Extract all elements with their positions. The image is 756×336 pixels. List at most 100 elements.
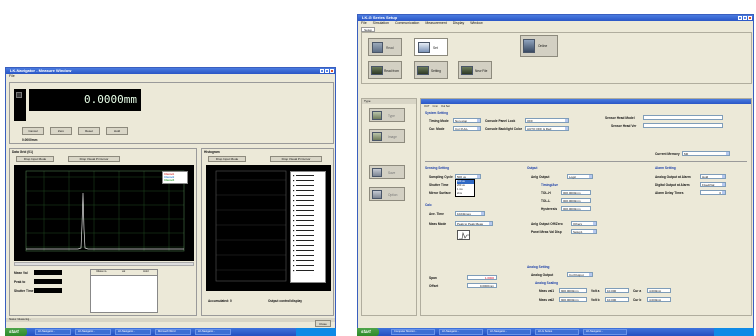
cur-mode-select[interactable]: Cur FULL bbox=[453, 126, 481, 131]
menu-display[interactable]: Display bbox=[453, 21, 464, 26]
hist-drop-input-button[interactable]: Drop Input Mode bbox=[208, 156, 246, 162]
chevron-down-icon[interactable] bbox=[589, 273, 592, 276]
peak-display bbox=[34, 279, 62, 284]
span-field[interactable]: 1.0000 bbox=[467, 275, 497, 280]
setup-window-titlebar[interactable]: LK-G Series Setup bbox=[358, 15, 753, 21]
menu-file[interactable]: File bbox=[361, 21, 367, 26]
taskbar-task[interactable]: LK-Navigator... bbox=[75, 329, 111, 335]
minimize-icon[interactable] bbox=[320, 69, 324, 73]
volt-b-field[interactable]: 10.000 bbox=[605, 297, 629, 302]
timing-mode-select[interactable]: Non-stop bbox=[453, 118, 481, 123]
tol-h-field[interactable]: 000.0000mm bbox=[561, 190, 591, 195]
start-button[interactable]: start bbox=[357, 328, 379, 336]
drop-cursor-button[interactable]: Drop Visual Pi Cursor bbox=[68, 156, 120, 162]
panel-lock-select[interactable]: OFF bbox=[525, 118, 569, 123]
start-button[interactable]: start bbox=[5, 328, 27, 336]
hold-button[interactable]: Hold bbox=[106, 127, 128, 135]
alarm-delay-select[interactable]: 0 bbox=[700, 190, 726, 195]
analog-offset-select[interactable]: Others bbox=[571, 221, 597, 226]
drop-input-button[interactable]: Drop Input Mode bbox=[16, 156, 54, 162]
set-button[interactable]: Set bbox=[414, 38, 448, 56]
panel-disp-select[interactable]: Setup1 bbox=[571, 229, 597, 234]
chevron-down-icon[interactable] bbox=[593, 230, 596, 233]
side-image-button[interactable]: Image bbox=[369, 129, 405, 143]
close-icon[interactable] bbox=[748, 16, 752, 20]
chevron-down-icon[interactable] bbox=[722, 175, 725, 178]
graph-scrollbar[interactable] bbox=[14, 262, 194, 266]
menu-communication[interactable]: Communication bbox=[395, 21, 419, 26]
measure-window-titlebar[interactable]: LK-Navigator - Measure Window bbox=[6, 68, 335, 74]
hist-drop-cursor-button[interactable]: Drop Visual Pi Cursor bbox=[270, 156, 322, 162]
histogram-list[interactable] bbox=[290, 171, 326, 283]
close-button[interactable]: Close bbox=[315, 320, 331, 327]
read-from-button[interactable]: Read from bbox=[368, 61, 402, 79]
taskbar-task[interactable]: LK-G Series bbox=[535, 329, 579, 335]
digital-alarm-select[interactable]: Fixed/Val bbox=[700, 182, 726, 187]
menu-measurement[interactable]: Measurement bbox=[425, 21, 446, 26]
taskbar-task[interactable]: LK-Navigator... bbox=[439, 329, 483, 335]
cur-a-field[interactable]: 4.000mA bbox=[647, 288, 671, 293]
side-option-button[interactable]: Option bbox=[369, 187, 405, 201]
taskbar-task[interactable]: Microsoft Word bbox=[155, 329, 191, 335]
new-file-button[interactable]: New File bbox=[458, 61, 492, 79]
online-button[interactable]: Online bbox=[520, 35, 558, 57]
taskbar-task[interactable]: LK-Navigator... bbox=[115, 329, 151, 335]
taskbar-task[interactable]: LK-Navigator... bbox=[195, 329, 231, 335]
offset-field[interactable]: 0.0000mm bbox=[467, 283, 497, 288]
measure-window: LK-Navigator - Measure Window File 0.000… bbox=[5, 67, 336, 329]
chevron-down-icon[interactable] bbox=[477, 127, 480, 130]
chevron-down-icon[interactable] bbox=[593, 222, 596, 225]
dropdown-option[interactable]: 2ms bbox=[457, 192, 474, 196]
chevron-down-icon[interactable] bbox=[722, 183, 725, 186]
tab-cmn[interactable]: Cmn bbox=[432, 105, 437, 108]
analog-alarm-select[interactable]: Hold bbox=[700, 174, 726, 179]
tab-out-set[interactable]: Out Set bbox=[441, 105, 450, 108]
chevron-down-icon[interactable] bbox=[481, 212, 484, 215]
chevron-down-icon[interactable] bbox=[722, 191, 725, 194]
ave-time-select[interactable]: 1024times bbox=[455, 211, 485, 216]
reset-button[interactable]: Reset bbox=[78, 127, 100, 135]
panel-lock-value: OFF bbox=[527, 119, 533, 123]
chevron-down-icon[interactable] bbox=[489, 222, 492, 225]
device-icon bbox=[371, 66, 383, 75]
menu-simulation[interactable]: Simulation bbox=[373, 21, 389, 26]
maximize-icon[interactable] bbox=[325, 69, 329, 73]
menu-file[interactable]: File bbox=[9, 74, 15, 79]
menu-window[interactable]: Window bbox=[470, 21, 482, 26]
sensor-ver-field bbox=[643, 123, 723, 128]
scale-row2-field[interactable]: 900.0000mm bbox=[559, 297, 587, 302]
analog-out-select[interactable]: Cur/Output bbox=[567, 272, 593, 277]
cur-b-field[interactable]: 4.000mA bbox=[647, 297, 671, 302]
taskbar-task[interactable]: LK-Navigator... bbox=[487, 329, 531, 335]
analog-output-select[interactable]: Logic bbox=[567, 174, 593, 179]
scale-row1-field[interactable]: 900.0000mm bbox=[559, 288, 587, 293]
cancel-button[interactable]: Cancel bbox=[22, 127, 44, 135]
volt-a-field[interactable]: 10.000 bbox=[605, 288, 629, 293]
taskbar-task[interactable]: LK-Navigator... bbox=[35, 329, 71, 335]
side-type-button[interactable]: Type bbox=[369, 108, 405, 122]
minimize-icon[interactable] bbox=[738, 16, 742, 20]
chevron-down-icon[interactable] bbox=[565, 119, 568, 122]
tol-l-field[interactable]: 000.0000mm bbox=[561, 198, 591, 203]
memory-select[interactable]: M0 bbox=[682, 151, 730, 156]
read-button[interactable]: Read bbox=[368, 38, 402, 56]
maximize-icon[interactable] bbox=[743, 16, 747, 20]
chevron-down-icon[interactable] bbox=[477, 175, 480, 178]
chevron-down-icon[interactable] bbox=[589, 175, 592, 178]
chevron-down-icon[interactable] bbox=[726, 152, 729, 155]
backlight-select[interactable]: AUTO OFF & Red bbox=[525, 126, 569, 131]
hysteresis-value: 000.0000mm bbox=[563, 207, 581, 211]
chevron-down-icon[interactable] bbox=[477, 119, 480, 122]
setting-button[interactable]: Setting bbox=[414, 61, 448, 79]
taskbar-task[interactable]: LK-Navigator... bbox=[583, 329, 627, 335]
zero-button[interactable]: Zero bbox=[50, 127, 72, 135]
taskbar-task[interactable]: Computer Monitor... bbox=[391, 329, 435, 335]
side-save-button[interactable]: Save bbox=[369, 165, 405, 179]
chevron-down-icon[interactable] bbox=[565, 127, 568, 130]
panel-disp-value: Setup1 bbox=[573, 230, 583, 234]
meas-mode-select[interactable]: Peak to Peak Meas bbox=[455, 221, 493, 226]
hysteresis-field[interactable]: 000.0000mm bbox=[561, 206, 591, 211]
close-icon[interactable] bbox=[330, 69, 334, 73]
tab-out[interactable]: OUT bbox=[424, 105, 429, 108]
sampling-dropdown-list[interactable]: 500 us 200 us 1 ms 2ms bbox=[455, 179, 475, 197]
